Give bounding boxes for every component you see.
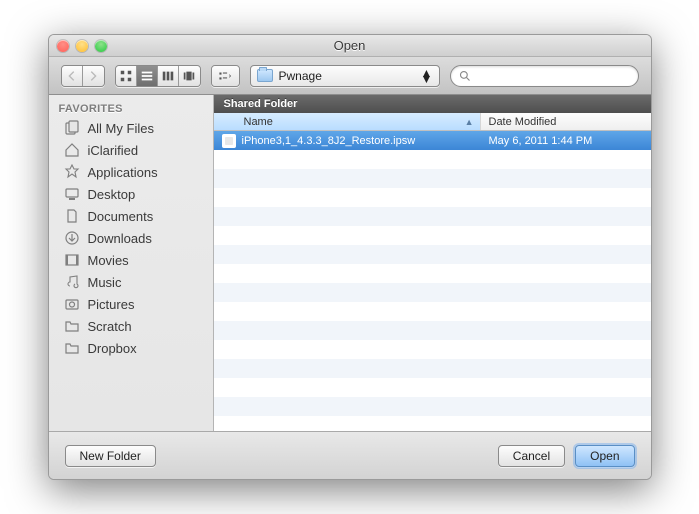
footer: New Folder Cancel Open xyxy=(49,431,651,479)
path-dropdown[interactable]: Pwnage ▲▼ xyxy=(250,65,440,87)
chevron-updown-icon: ▲▼ xyxy=(421,70,433,82)
path-label: Pwnage xyxy=(279,69,415,83)
arrange-button[interactable] xyxy=(212,66,239,86)
column-headers: Name▲ Date Modified xyxy=(214,113,651,131)
empty-row xyxy=(214,321,651,340)
back-button[interactable] xyxy=(62,66,83,86)
sidebar-item-label: Downloads xyxy=(88,231,152,246)
sidebar-item-label: Pictures xyxy=(88,297,135,312)
sidebar-item-music[interactable]: Music xyxy=(49,271,213,293)
empty-row xyxy=(214,302,651,321)
sidebar-item-dropbox[interactable]: Dropbox xyxy=(49,337,213,359)
folder-icon xyxy=(63,340,81,356)
sidebar-item-downloads[interactable]: Downloads xyxy=(49,227,213,249)
open-button[interactable]: Open xyxy=(575,445,634,467)
cancel-button[interactable]: Cancel xyxy=(498,445,565,467)
sidebar-item-label: Desktop xyxy=(88,187,136,202)
sidebar-item-label: Scratch xyxy=(88,319,132,334)
sidebar-item-applications[interactable]: Applications xyxy=(49,161,213,183)
search-input[interactable] xyxy=(475,69,630,83)
empty-row xyxy=(214,283,651,302)
view-coverflow-button[interactable] xyxy=(179,66,200,86)
sidebar-item-label: Dropbox xyxy=(88,341,137,356)
empty-row xyxy=(214,226,651,245)
sidebar-item-pictures[interactable]: Pictures xyxy=(49,293,213,315)
applications-icon xyxy=(63,164,81,180)
empty-row xyxy=(214,378,651,397)
view-list-button[interactable] xyxy=(137,66,158,86)
sidebar-item-desktop[interactable]: Desktop xyxy=(49,183,213,205)
body: FAVORITES All My Files iClarified Applic… xyxy=(49,95,651,431)
titlebar[interactable]: Open xyxy=(49,35,651,57)
home-icon xyxy=(63,142,81,158)
arrange-button-group xyxy=(211,65,240,87)
file-row[interactable]: iPhone3,1_4.3.3_8J2_Restore.ipsw May 6, … xyxy=(214,131,651,150)
empty-row xyxy=(214,150,651,169)
view-mode-buttons xyxy=(115,65,201,87)
music-icon xyxy=(63,274,81,290)
minimize-icon[interactable] xyxy=(76,40,88,52)
file-list-pane: Shared Folder Name▲ Date Modified iPhone… xyxy=(214,95,651,431)
empty-row xyxy=(214,397,651,416)
sidebar-item-scratch[interactable]: Scratch xyxy=(49,315,213,337)
empty-row xyxy=(214,359,651,378)
sidebar-item-documents[interactable]: Documents xyxy=(49,205,213,227)
file-date: May 6, 2011 1:44 PM xyxy=(481,135,651,147)
folder-icon xyxy=(257,69,273,82)
close-icon[interactable] xyxy=(57,40,69,52)
all-files-icon xyxy=(63,120,81,136)
sidebar-item-iclarified[interactable]: iClarified xyxy=(49,139,213,161)
empty-row xyxy=(214,264,651,283)
column-name[interactable]: Name▲ xyxy=(214,113,481,130)
pictures-icon xyxy=(63,296,81,312)
sidebar-item-label: Applications xyxy=(88,165,158,180)
open-dialog: Open Pwnage ▲▼ FAVORITES All My Files xyxy=(48,34,652,480)
sidebar: FAVORITES All My Files iClarified Applic… xyxy=(49,95,214,431)
sidebar-header: FAVORITES xyxy=(49,99,213,117)
view-columns-button[interactable] xyxy=(158,66,179,86)
sidebar-item-label: Documents xyxy=(88,209,154,224)
sidebar-item-label: Movies xyxy=(88,253,129,268)
location-bar: Shared Folder xyxy=(214,95,651,113)
column-date-modified[interactable]: Date Modified xyxy=(481,113,651,130)
search-icon xyxy=(459,70,471,82)
folder-icon xyxy=(63,318,81,334)
sort-ascending-icon: ▲ xyxy=(465,117,474,127)
window-controls xyxy=(57,40,107,52)
toolbar: Pwnage ▲▼ xyxy=(49,57,651,95)
search-field[interactable] xyxy=(450,65,639,87)
nav-buttons xyxy=(61,65,105,87)
sidebar-item-movies[interactable]: Movies xyxy=(49,249,213,271)
window-title: Open xyxy=(49,38,651,53)
sidebar-item-all-my-files[interactable]: All My Files xyxy=(49,117,213,139)
empty-row xyxy=(214,245,651,264)
sidebar-item-label: Music xyxy=(88,275,122,290)
desktop-icon xyxy=(63,186,81,202)
empty-row xyxy=(214,207,651,226)
sidebar-item-label: All My Files xyxy=(88,121,154,136)
documents-icon xyxy=(63,208,81,224)
file-rows[interactable]: iPhone3,1_4.3.3_8J2_Restore.ipsw May 6, … xyxy=(214,131,651,431)
empty-row xyxy=(214,340,651,359)
view-icons-button[interactable] xyxy=(116,66,137,86)
file-name: iPhone3,1_4.3.3_8J2_Restore.ipsw xyxy=(242,135,416,147)
empty-row xyxy=(214,188,651,207)
forward-button[interactable] xyxy=(83,66,104,86)
sidebar-item-label: iClarified xyxy=(88,143,139,158)
ipsw-file-icon xyxy=(222,134,236,148)
movies-icon xyxy=(63,252,81,268)
empty-row xyxy=(214,169,651,188)
downloads-icon xyxy=(63,230,81,246)
zoom-icon[interactable] xyxy=(95,40,107,52)
new-folder-button[interactable]: New Folder xyxy=(65,445,156,467)
